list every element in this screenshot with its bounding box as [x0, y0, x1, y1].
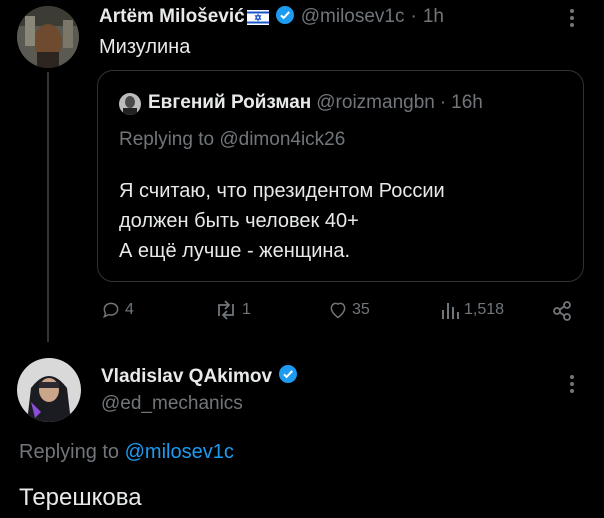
- author-name[interactable]: Vladislav QAkimov: [101, 366, 272, 388]
- author-handle[interactable]: @milosev1c: [301, 6, 405, 28]
- replying-to: Replying to @milosev1c: [19, 441, 234, 464]
- views-icon: [442, 303, 459, 319]
- israel-flag-icon: [246, 9, 269, 25]
- avatar-vladislav[interactable]: [17, 358, 81, 422]
- verified-badge-icon: [275, 5, 295, 30]
- replying-handle[interactable]: @dimon4ick26: [219, 129, 345, 150]
- quote-line: Я считаю, что президентом России: [119, 180, 445, 202]
- quote-line: должен быть человек 40+: [119, 210, 359, 232]
- quoted-tweet-card[interactable]: Евгений Ройзман @roizmangbn · 16h Replyi…: [97, 70, 584, 282]
- views-button[interactable]: 1,518: [440, 300, 504, 320]
- reply-button[interactable]: 4: [101, 300, 134, 320]
- tweet1-text: Мизулина: [99, 36, 191, 58]
- repost-button[interactable]: 1: [214, 300, 251, 320]
- replying-prefix: Replying to: [19, 441, 120, 463]
- separator: ·: [410, 6, 417, 27]
- replying-prefix: Replying to: [119, 129, 215, 150]
- repost-count: 1: [242, 301, 251, 318]
- more-icon[interactable]: [569, 374, 575, 394]
- avatar-artem[interactable]: [17, 6, 79, 68]
- timestamp[interactable]: 1h: [423, 6, 444, 28]
- quote-line: А ещё лучше - женщина.: [119, 240, 351, 262]
- reply-icon: [102, 302, 119, 319]
- author-name[interactable]: Artëm Milošević: [99, 6, 245, 28]
- separator: ·: [439, 92, 447, 113]
- like-icon: [330, 302, 346, 319]
- quote-header: Евгений Ройзман @roizmangbn · 16h: [148, 92, 483, 114]
- tweet2-header: Vladislav QAkimov: [101, 364, 298, 389]
- reply-count: 4: [125, 301, 134, 318]
- like-button[interactable]: 35: [328, 300, 370, 320]
- like-count: 35: [352, 301, 370, 318]
- views-count: 1,518: [464, 301, 505, 318]
- quote-body: Я считаю, что президентом России должен …: [119, 176, 445, 266]
- quote-replying-to: Replying to @dimon4ick26: [119, 129, 345, 151]
- share-button[interactable]: [551, 300, 573, 322]
- replying-handle-link[interactable]: @milosev1c: [125, 441, 234, 463]
- author-handle[interactable]: @ed_mechanics: [101, 393, 243, 415]
- quote-author-name[interactable]: Евгений Ройзман: [148, 92, 311, 114]
- tweet1-header: Artëm Milošević @milosev1c · 1h: [99, 4, 444, 30]
- thread-line: [47, 72, 49, 342]
- quote-author-handle[interactable]: @roizmangbn: [316, 92, 435, 114]
- repost-icon: [218, 300, 234, 320]
- tweet2-text: Терешкова: [19, 484, 142, 511]
- quote-timestamp[interactable]: 16h: [451, 92, 483, 114]
- avatar-roizman[interactable]: [119, 93, 141, 115]
- more-icon[interactable]: [569, 8, 575, 28]
- verified-badge-icon: [278, 364, 298, 389]
- share-icon: [553, 301, 571, 321]
